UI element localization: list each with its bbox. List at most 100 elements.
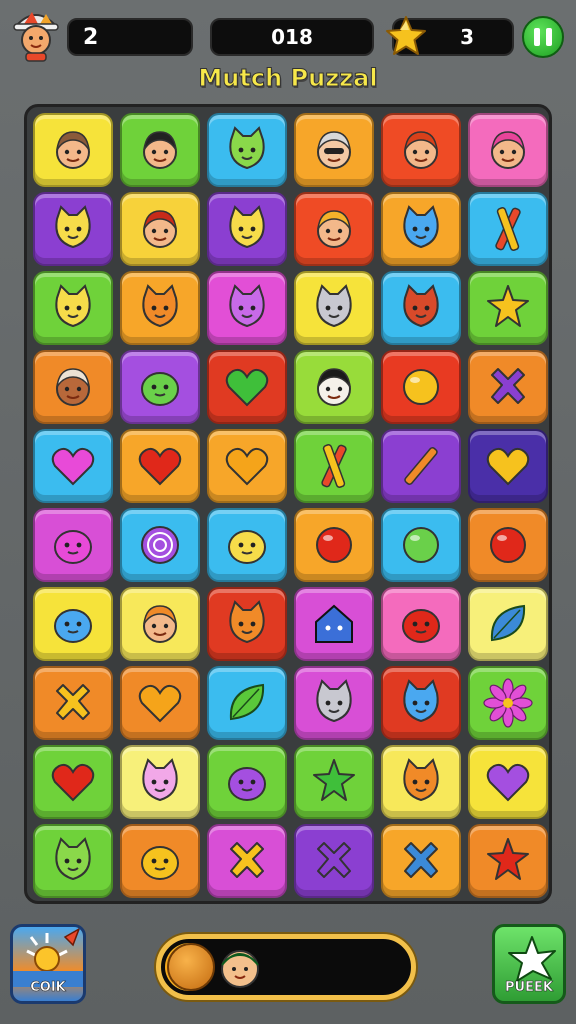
tile[interactable] bbox=[120, 745, 200, 819]
tile[interactable] bbox=[294, 666, 374, 740]
tile[interactable] bbox=[381, 508, 461, 582]
tile[interactable] bbox=[294, 271, 374, 345]
tile[interactable] bbox=[381, 113, 461, 187]
grey-cat-face-icon bbox=[316, 679, 352, 723]
boy-face-icon bbox=[56, 131, 90, 169]
tile[interactable] bbox=[381, 745, 461, 819]
tile[interactable] bbox=[207, 587, 287, 661]
purple-x-icon bbox=[491, 368, 525, 404]
tile[interactable] bbox=[207, 350, 287, 424]
yellow-cat-face-icon bbox=[55, 284, 91, 328]
tile[interactable] bbox=[468, 745, 548, 819]
tile[interactable] bbox=[381, 192, 461, 266]
tile[interactable] bbox=[33, 113, 113, 187]
red-hair-girl-face-icon bbox=[143, 210, 177, 248]
tile[interactable] bbox=[381, 587, 461, 661]
orange-stick-icon bbox=[404, 447, 438, 485]
tile[interactable] bbox=[33, 508, 113, 582]
tile[interactable] bbox=[120, 824, 200, 898]
pink-cat-face-icon bbox=[142, 758, 178, 802]
tile[interactable] bbox=[468, 666, 548, 740]
tile[interactable] bbox=[120, 429, 200, 503]
tile[interactable] bbox=[207, 429, 287, 503]
tile[interactable] bbox=[294, 824, 374, 898]
tile[interactable] bbox=[120, 271, 200, 345]
progress-orb-icon bbox=[167, 943, 215, 991]
tile[interactable] bbox=[294, 192, 374, 266]
tile[interactable] bbox=[381, 271, 461, 345]
tile[interactable] bbox=[294, 508, 374, 582]
tile[interactable] bbox=[33, 824, 113, 898]
yellow-x-icon bbox=[230, 842, 264, 878]
green-heart-icon bbox=[225, 368, 269, 407]
player-avatar-icon[interactable] bbox=[10, 6, 62, 62]
yellow-cat-face-icon bbox=[229, 205, 265, 249]
red-blob-face-icon bbox=[402, 609, 440, 643]
tile-grid bbox=[33, 113, 548, 898]
tile[interactable] bbox=[294, 429, 374, 503]
green-swirl-icon bbox=[403, 527, 439, 563]
tile[interactable] bbox=[33, 350, 113, 424]
tile[interactable] bbox=[207, 192, 287, 266]
grandma-face-icon bbox=[317, 131, 351, 169]
orange-heart-icon bbox=[225, 447, 269, 486]
orange-cat-face-icon bbox=[142, 284, 178, 328]
tile[interactable] bbox=[33, 429, 113, 503]
tile[interactable] bbox=[468, 192, 548, 266]
tile[interactable] bbox=[381, 429, 461, 503]
pink-blob-face-icon bbox=[54, 530, 92, 564]
tile[interactable] bbox=[207, 113, 287, 187]
tile[interactable] bbox=[207, 745, 287, 819]
green-star-icon bbox=[313, 759, 355, 801]
tile[interactable] bbox=[33, 192, 113, 266]
tile[interactable] bbox=[120, 192, 200, 266]
tile[interactable] bbox=[120, 666, 200, 740]
tile[interactable] bbox=[33, 587, 113, 661]
tile[interactable] bbox=[207, 271, 287, 345]
tile[interactable] bbox=[468, 350, 548, 424]
coin-button[interactable]: COIK bbox=[10, 924, 86, 1004]
red-circle-icon bbox=[316, 527, 352, 563]
tile[interactable] bbox=[294, 587, 374, 661]
tile[interactable] bbox=[468, 271, 548, 345]
tile[interactable] bbox=[381, 666, 461, 740]
tile[interactable] bbox=[120, 587, 200, 661]
tile[interactable] bbox=[33, 745, 113, 819]
tile[interactable] bbox=[120, 508, 200, 582]
stars-value: 3 bbox=[460, 25, 474, 49]
tile[interactable] bbox=[33, 271, 113, 345]
pink-flower-icon bbox=[483, 678, 533, 728]
power-button[interactable]: PUEEK bbox=[492, 924, 566, 1004]
blue-cat-face-icon bbox=[403, 679, 439, 723]
grey-cat-face-icon bbox=[316, 284, 352, 328]
pause-button[interactable] bbox=[522, 16, 564, 58]
tile[interactable] bbox=[207, 666, 287, 740]
sun-burst-icon bbox=[13, 927, 83, 987]
green-cat-face-icon bbox=[55, 837, 91, 881]
tile[interactable] bbox=[294, 113, 374, 187]
tile[interactable] bbox=[468, 508, 548, 582]
tile[interactable] bbox=[381, 824, 461, 898]
tile[interactable] bbox=[468, 113, 548, 187]
blue-cat-face-icon bbox=[403, 205, 439, 249]
tile[interactable] bbox=[294, 745, 374, 819]
tile[interactable] bbox=[468, 429, 548, 503]
yellow-blob-face-icon bbox=[228, 530, 266, 564]
yellow-cat-face-icon bbox=[55, 205, 91, 249]
purple-x-icon bbox=[317, 842, 351, 878]
tile[interactable] bbox=[381, 350, 461, 424]
red-cat-face-icon bbox=[403, 284, 439, 328]
star-icon bbox=[386, 16, 426, 55]
dark-boy-face-icon bbox=[56, 368, 90, 406]
game-title: Mutch Puzzal bbox=[198, 64, 378, 93]
tile[interactable] bbox=[207, 824, 287, 898]
tile[interactable] bbox=[33, 666, 113, 740]
tile[interactable] bbox=[120, 350, 200, 424]
tile[interactable] bbox=[468, 587, 548, 661]
tile[interactable] bbox=[468, 824, 548, 898]
tile[interactable] bbox=[294, 350, 374, 424]
tile[interactable] bbox=[207, 508, 287, 582]
tile[interactable] bbox=[120, 113, 200, 187]
orange-cat-face-icon bbox=[229, 600, 265, 644]
orange-cat-face-icon bbox=[403, 758, 439, 802]
